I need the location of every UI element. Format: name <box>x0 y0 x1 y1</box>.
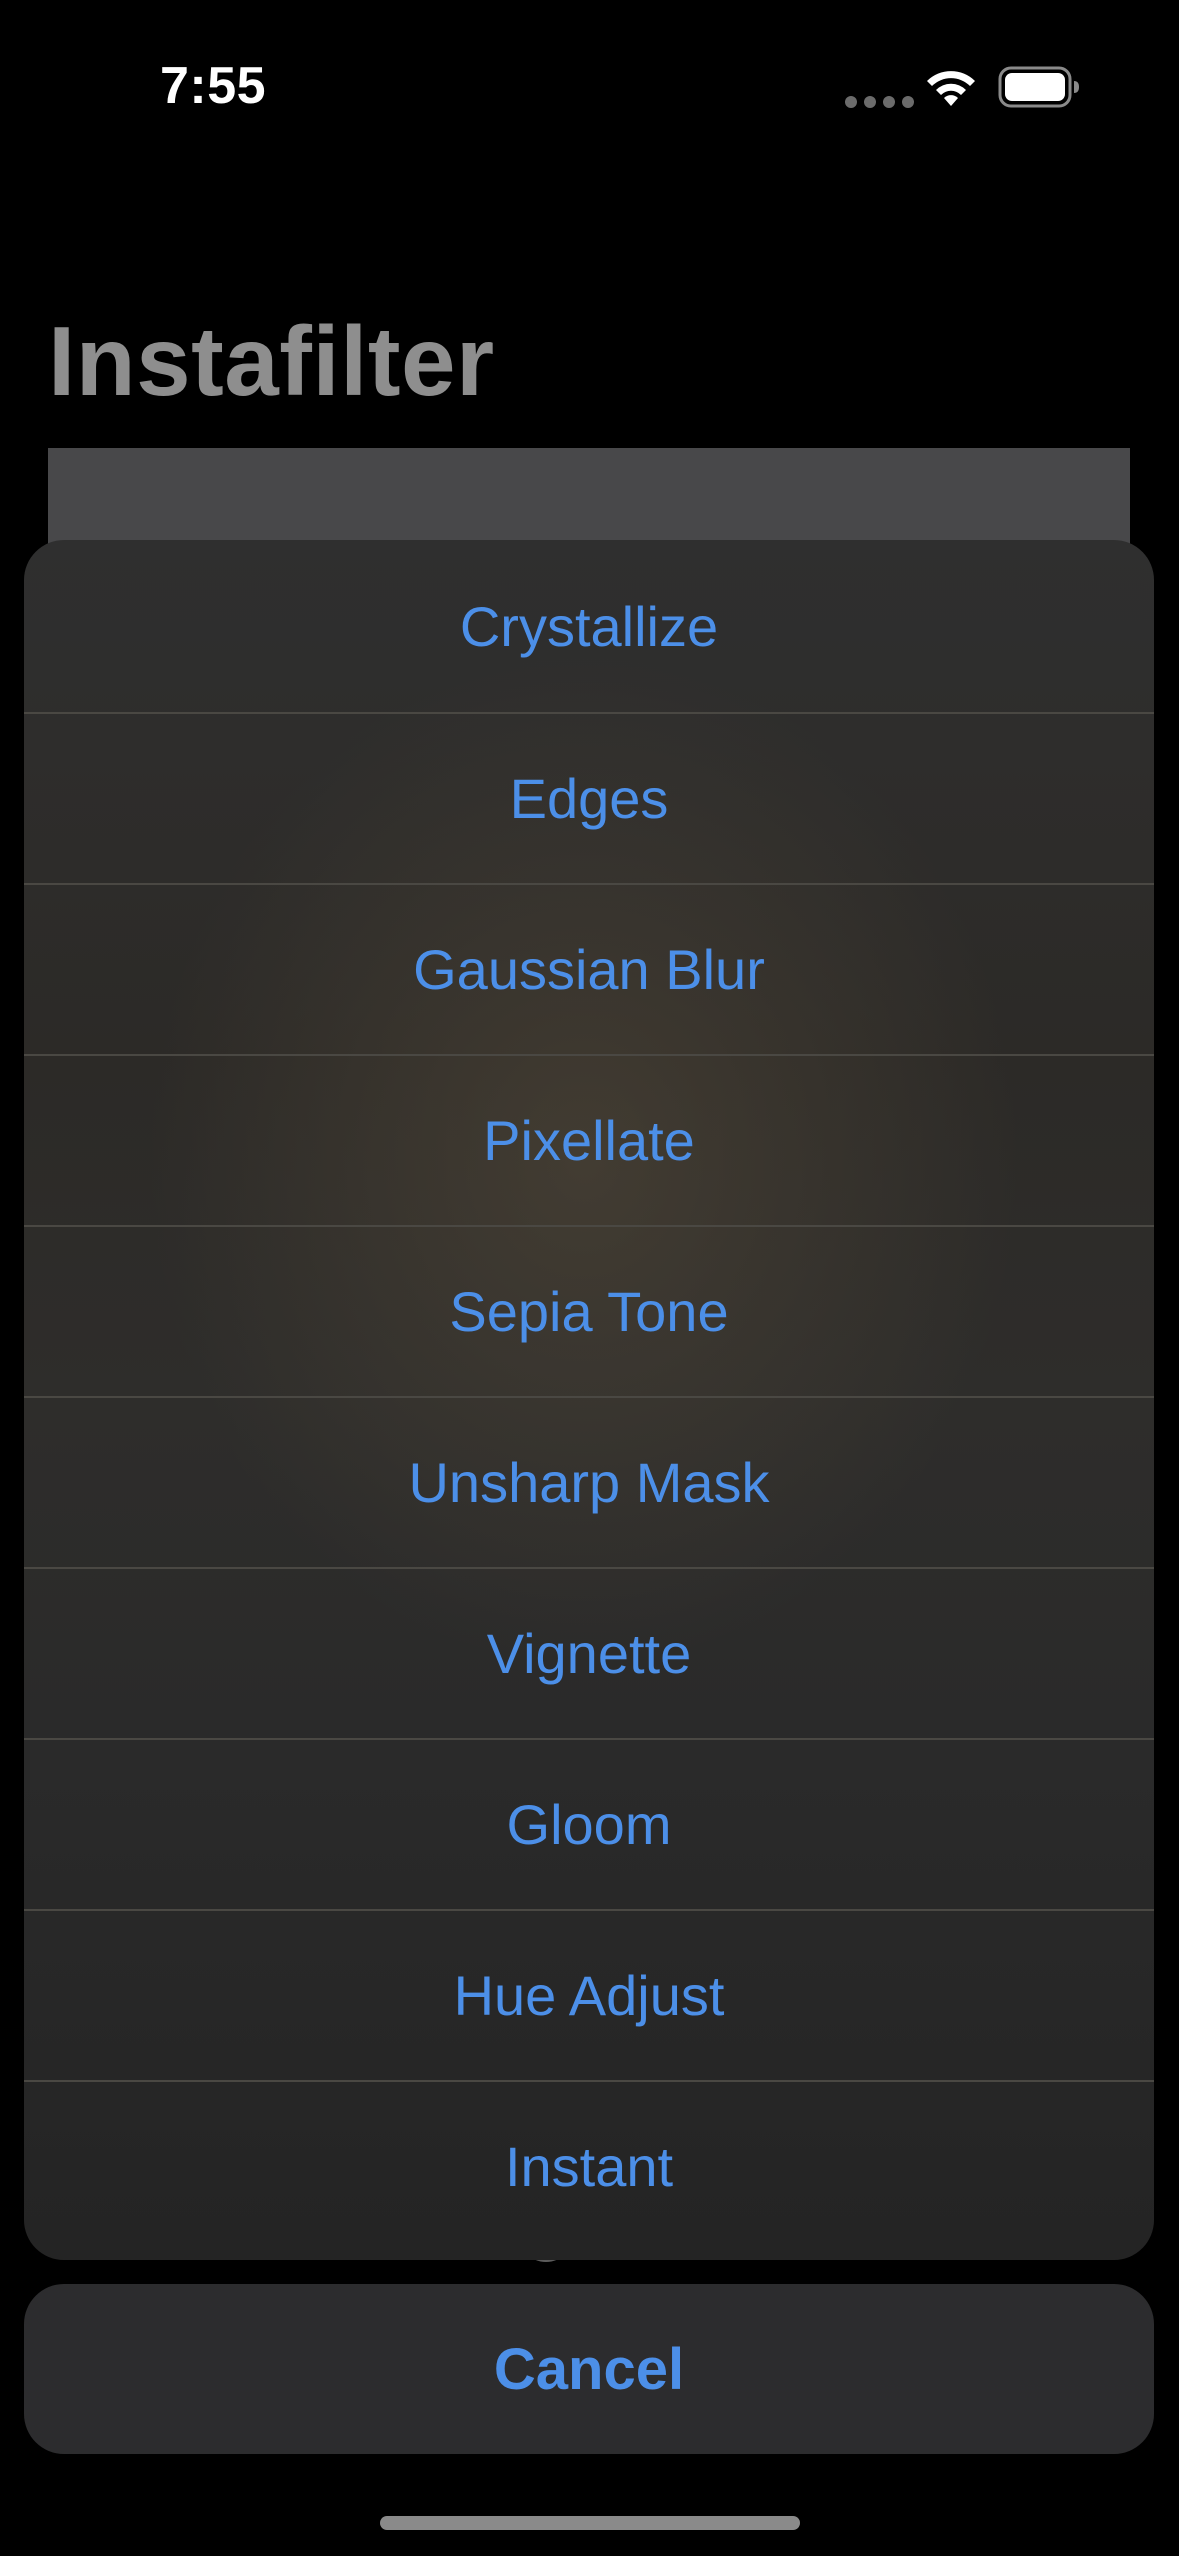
cellular-signal-icon <box>845 96 914 108</box>
wifi-icon <box>927 71 975 106</box>
action-crystallize[interactable]: Crystallize <box>24 540 1154 712</box>
action-unsharp-mask[interactable]: Unsharp Mask <box>24 1396 1154 1567</box>
home-indicator[interactable] <box>380 2516 800 2530</box>
status-time: 7:55 <box>160 57 267 115</box>
action-hue-adjust[interactable]: Hue Adjust <box>24 1909 1154 2080</box>
action-edges[interactable]: Edges <box>24 712 1154 883</box>
status-bar: 7:55 <box>0 0 1179 170</box>
page-title: Instafilter <box>48 306 495 416</box>
action-pixellate[interactable]: Pixellate <box>24 1054 1154 1225</box>
action-sepia-tone[interactable]: Sepia Tone <box>24 1225 1154 1396</box>
action-gaussian-blur[interactable]: Gaussian Blur <box>24 883 1154 1054</box>
action-instant[interactable]: Instant <box>24 2080 1154 2251</box>
cancel-button[interactable]: Cancel <box>24 2284 1154 2454</box>
action-vignette[interactable]: Vignette <box>24 1567 1154 1738</box>
battery-icon <box>998 66 1079 108</box>
filter-action-sheet: Crystallize Edges Gaussian Blur Pixellat… <box>24 540 1154 2260</box>
action-gloom[interactable]: Gloom <box>24 1738 1154 1909</box>
